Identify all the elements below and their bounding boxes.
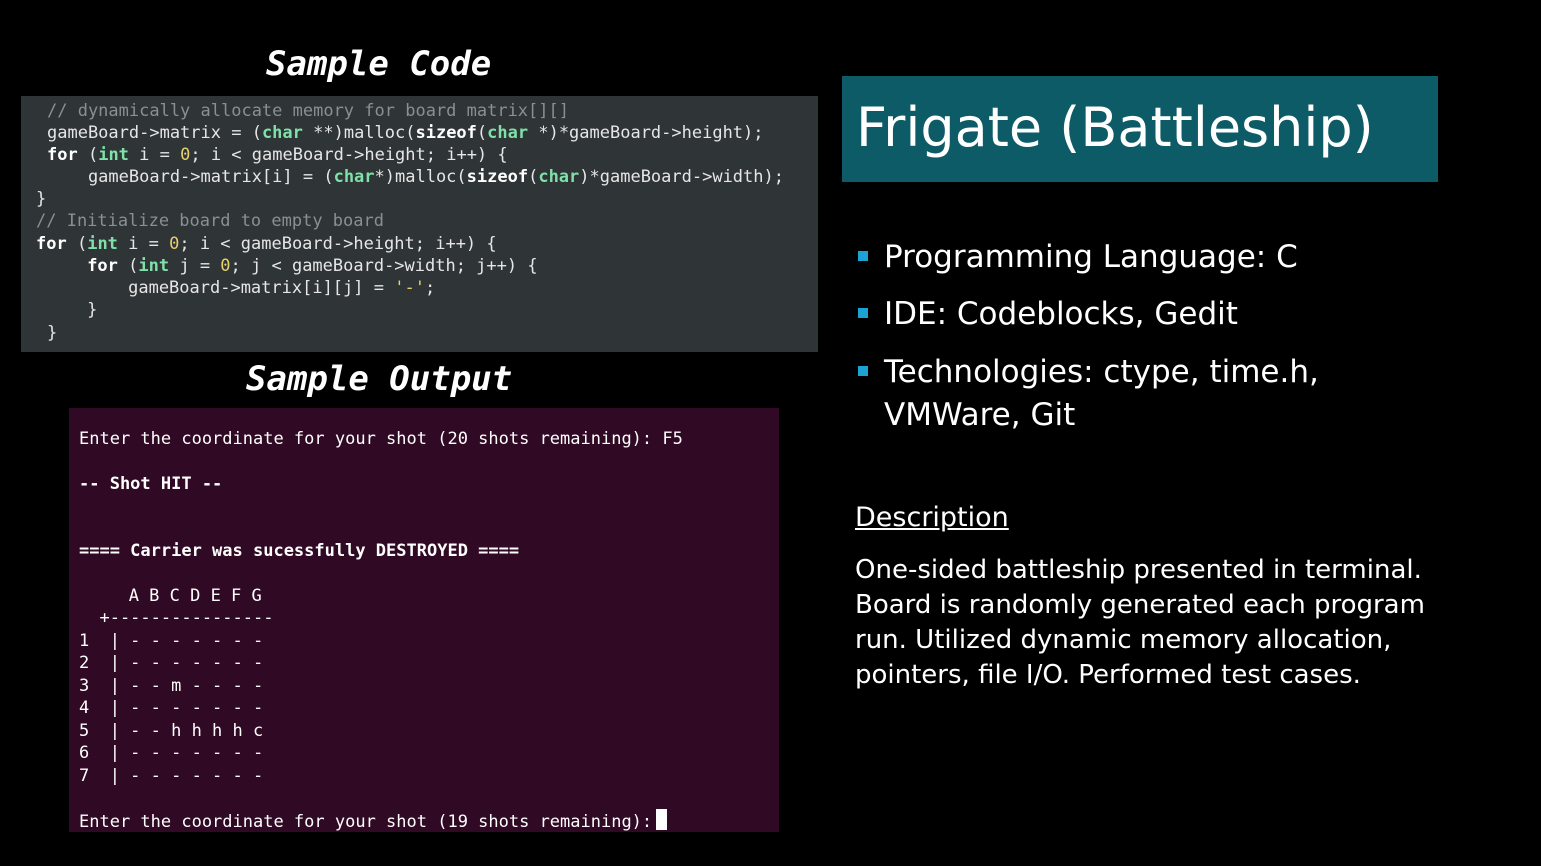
sample-code-heading: Sample Code — [266, 44, 492, 84]
code-line-2: gameBoard->matrix = (char **)malloc(size… — [47, 123, 764, 143]
code-line-3: for (int i = 0; i < gameBoard->height; i… — [47, 145, 508, 165]
terminal-output: Enter the coordinate for your shot (20 s… — [69, 408, 779, 832]
board-separator: +---------------- — [79, 608, 274, 628]
code-line-4: gameBoard->matrix[i] = (char*)malloc(siz… — [47, 167, 784, 187]
board-row: 3 | - - m - - - - — [79, 676, 264, 696]
description-line: pointers, file I/O. Performed test cases… — [855, 660, 1361, 690]
board-row: 2 | - - - - - - - — [79, 653, 264, 673]
description-line: One-sided battleship presented in termin… — [855, 555, 1422, 585]
code-line-7: for (int i = 0; i < gameBoard->height; i… — [36, 234, 497, 254]
code-line-5: } — [36, 189, 47, 209]
terminal-prompt-2: Enter the coordinate for your shot (19 s… — [79, 812, 653, 832]
code-line-10: } — [36, 300, 98, 320]
terminal-prompt-1: Enter the coordinate for your shot (20 s… — [79, 429, 683, 449]
board-row: 6 | - - - - - - - — [79, 743, 264, 763]
bullet-text: IDE: Codeblocks, Gedit — [884, 296, 1238, 332]
board-row: 1 | - - - - - - - — [79, 631, 264, 651]
bullet-text: Programming Language: C — [884, 239, 1298, 275]
board-row: 5 | - - h h h h c — [79, 721, 264, 741]
bullet-text: Technologies: ctype, time.h, VMWare, Git — [884, 354, 1319, 433]
description-body: One-sided battleship presented in termin… — [855, 553, 1455, 693]
board-column-header: A B C D E F G — [98, 586, 262, 606]
description-heading: Description — [855, 502, 1009, 533]
code-line-11: } — [47, 323, 58, 343]
bullet-square-icon — [858, 366, 868, 376]
terminal-prompt-2-line: Enter the coordinate for your shot (19 s… — [79, 809, 668, 832]
board-row: 7 | - - - - - - - — [79, 766, 264, 786]
code-line-8: for (int j = 0; j < gameBoard->width; j+… — [87, 256, 538, 276]
code-line-9: gameBoard->matrix[i][j] = '-'; — [36, 278, 436, 298]
sample-output-heading: Sample Output — [246, 359, 513, 399]
code-snippet-panel: // dynamically allocate memory for board… — [21, 96, 818, 352]
description-line: Board is randomly generated each program — [855, 590, 1425, 620]
page-title: Frigate (Battleship) — [856, 96, 1374, 159]
terminal-shot-hit: -- Shot HIT -- — [79, 474, 223, 494]
terminal-destroyed: ==== Carrier was sucessfully DESTROYED =… — [79, 541, 520, 561]
description-line: run. Utilized dynamic memory allocation, — [855, 625, 1392, 655]
title-banner: Frigate (Battleship) — [842, 76, 1438, 182]
code-line-1: // dynamically allocate memory for board… — [47, 101, 569, 121]
bullet-square-icon — [858, 308, 868, 318]
bullet-square-icon — [858, 251, 868, 261]
code-line-6: // Initialize board to empty board — [36, 211, 384, 231]
terminal-cursor — [656, 809, 668, 830]
board-row: 4 | - - - - - - - — [79, 698, 264, 718]
